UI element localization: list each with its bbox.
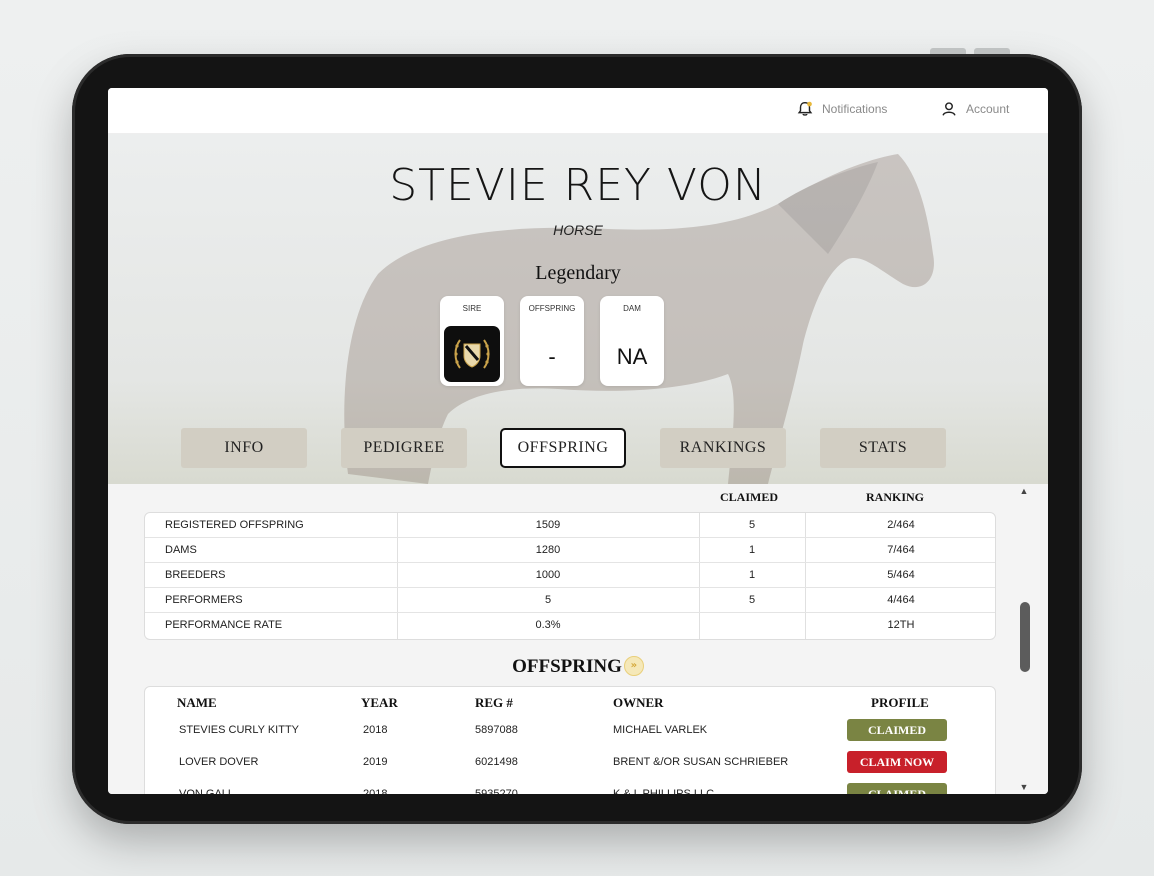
triangle-up-icon[interactable]: ▲ [1016,484,1032,498]
claimed-button[interactable]: CLAIMED [847,783,947,794]
triangle-down-icon[interactable]: ▼ [1016,780,1032,794]
stat-ranking: 5/464 [887,569,915,581]
background: Notifications Account STEVIE REY VON HOR… [0,0,1154,876]
offspring-title-text: OFFSPRING [512,656,622,677]
stat-claimed: 5 [748,594,756,606]
tablet-button [930,48,966,54]
claimed-button[interactable]: CLAIMED [847,719,947,741]
stat-label: PERFORMANCE RATE [165,619,283,631]
app-screen: Notifications Account STEVIE REY VON HOR… [108,88,1048,794]
horse-status: Legendary [535,262,621,284]
stat-claimed: 1 [748,569,756,581]
column-header-year: YEAR [361,695,398,710]
tab-offspring[interactable]: OFFSPRING [500,428,626,468]
table-row: PERFORMERS 5 5 4/464 [145,588,995,613]
tab-bar: INFO PEDIGREE OFFSPRING RANKINGS STATS [108,428,1048,472]
table-row: REGISTERED OFFSPRING 1509 5 2/464 [145,513,995,538]
notifications-label: Notifications [822,102,888,116]
horse-name: STEVIE REY VON [389,160,767,211]
stat-value: 1000 [535,569,561,581]
offspring-owner: K & L PHILLIPS LLC [613,788,715,794]
table-row: STEVIES CURLY KITTY 2018 5897088 MICHAEL… [145,715,995,745]
stats-header-ranking: RANKING [866,490,925,504]
stat-ranking: 4/464 [887,594,915,606]
account-label: Account [966,102,1010,116]
column-header-reg: REG # [475,695,513,710]
tab-rankings[interactable]: RANKINGS [660,428,786,468]
stat-label: REGISTERED OFFSPRING [165,519,304,531]
account-button[interactable]: Account [940,100,1009,118]
stats-table: REGISTERED OFFSPRING 1509 5 2/464 DAMS 1… [144,512,996,640]
column-header-profile: PROFILE [871,695,929,710]
stat-label: PERFORMERS [165,594,243,606]
offspring-name: VON GALL [179,788,235,794]
table-row: BREEDERS 1000 1 5/464 [145,563,995,588]
sire-card[interactable]: SIRE [440,296,504,386]
stat-ranking: 12TH [887,619,915,631]
top-bar: Notifications Account [108,88,1048,134]
offspring-card-value: - [548,344,556,369]
claim-now-button[interactable]: CLAIM NOW [847,751,947,773]
offspring-table: NAME YEAR REG # OWNER PROFILE STEVIES CU… [144,686,996,794]
offspring-name: LOVER DOVER [179,756,259,768]
horse-type: HORSE [553,222,603,238]
laurel-shield-icon [444,326,500,382]
table-row: PERFORMANCE RATE 0.3% 12TH [145,613,995,638]
stat-claimed: 5 [748,519,756,531]
double-chevron-right-icon[interactable]: » [623,655,644,676]
tab-pedigree[interactable]: PEDIGREE [341,428,467,468]
stat-value: 1280 [535,544,561,556]
horse-hero: STEVIE REY VON HORSE Legendary SIRE OFFS… [108,134,1048,484]
offspring-reg: 6021498 [475,756,518,768]
stat-label: DAMS [165,544,197,556]
tab-stats[interactable]: STATS [820,428,946,468]
offspring-year: 2018 [363,788,388,794]
table-row: LOVER DOVER 2019 6021498 BRENT &/OR SUSA… [145,747,995,777]
stat-ranking: 7/464 [887,544,915,556]
stat-claimed: 1 [748,544,756,556]
stat-value: 0.3% [535,619,561,631]
stat-ranking: 2/464 [887,519,915,531]
bell-icon [797,101,813,116]
offspring-reg: 5897088 [475,724,518,736]
column-header-name: NAME [177,695,217,710]
offspring-year: 2018 [363,724,388,736]
offspring-owner: MICHAEL VARLEK [613,724,708,736]
sire-label: SIRE [462,304,482,313]
scrollbar[interactable]: ▲ ▼ [1012,484,1036,794]
dam-label: DAM [623,304,641,313]
dam-card[interactable]: DAM NA [600,296,664,386]
offspring-card[interactable]: OFFSPRING - [520,296,584,386]
notifications-button[interactable]: Notifications [796,100,887,118]
stats-header-claimed: CLAIMED [720,490,779,504]
offspring-name: STEVIES CURLY KITTY [179,724,300,736]
table-row: DAMS 1280 1 7/464 [145,538,995,563]
column-header-owner: OWNER [613,695,664,710]
stat-value: 5 [544,594,552,606]
tab-info[interactable]: INFO [181,428,307,468]
tablet-button [974,48,1010,54]
stat-claimed [699,613,805,638]
offspring-reg: 5935270 [475,788,518,794]
scroll-thumb[interactable] [1020,602,1030,672]
stat-value: 1509 [535,519,561,531]
table-row: VON GALL 2018 5935270 K & L PHILLIPS LLC… [145,779,995,794]
offspring-section-title: OFFSPRING» [108,655,1048,678]
offspring-content: CLAIMED RANKING REGISTERED OFFSPRING 150… [108,484,1048,794]
user-icon [942,102,956,116]
offspring-card-label: OFFSPRING [528,304,576,313]
offspring-year: 2019 [363,756,388,768]
dam-value: NA [616,344,648,369]
offspring-owner: BRENT &/OR SUSAN SCHRIEBER [613,756,789,768]
stat-label: BREEDERS [165,569,226,581]
